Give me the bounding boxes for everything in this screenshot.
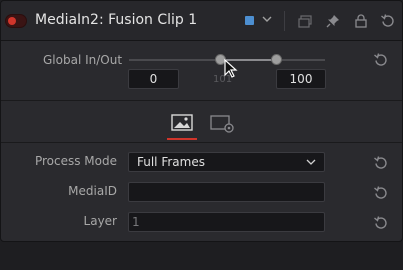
mouse-cursor-icon [224,59,238,78]
out-value-field[interactable]: 100 [276,69,326,89]
layer-label: Layer [83,214,117,228]
reset-icon[interactable] [373,185,389,201]
layer-field[interactable]: 1 [128,212,325,232]
node-header: MediaIn2: Fusion Clip 1 [1,1,402,41]
media-id-label: MediaID [68,184,117,198]
settings-tab-icon[interactable] [207,109,237,139]
in-value-field[interactable]: 0 [128,69,179,89]
reset-icon[interactable] [373,215,389,231]
header-divider [284,11,285,31]
reset-icon[interactable] [373,155,389,171]
reset-icon[interactable] [373,52,389,68]
inspector-panel: MediaIn2: Fusion Clip 1 Global In/Out 0 … [0,0,403,242]
media-id-field[interactable] [128,182,325,202]
active-tab-indicator [167,138,197,140]
reset-icon[interactable] [380,13,396,29]
out-handle[interactable] [271,54,282,65]
process-mode-value: Full Frames [137,155,205,169]
global-inout-label: Global In/Out [43,53,123,67]
process-mode-label: Process Mode [34,154,117,168]
toggle-knob [8,17,16,25]
lock-icon[interactable] [353,13,369,29]
global-inout-section: Global In/Out 0 101 100 [1,41,402,101]
color-swatch[interactable] [245,16,254,25]
inspector-tabs [1,101,402,143]
process-mode-select[interactable]: Full Frames [128,152,325,172]
node-title: MediaIn2: Fusion Clip 1 [35,12,198,28]
copy-icon[interactable] [297,13,313,29]
pin-icon[interactable] [325,13,341,29]
chevron-down-icon [306,159,316,165]
chevron-down-icon[interactable] [261,13,273,25]
image-tab-icon[interactable] [167,109,197,139]
node-enable-toggle[interactable] [5,14,27,28]
